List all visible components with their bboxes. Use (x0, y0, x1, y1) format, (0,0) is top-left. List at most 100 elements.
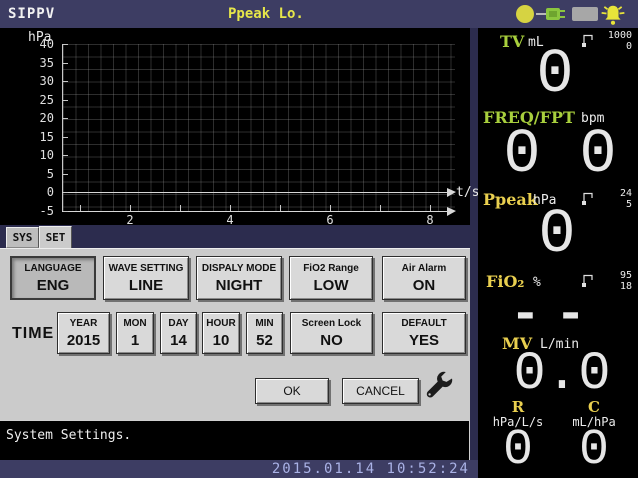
button-label: MON (123, 317, 147, 329)
ppeak-limit-low: 5 (625, 199, 632, 210)
y-tick-label: 20 (39, 111, 54, 126)
y-tick-label: 15 (39, 129, 54, 144)
button-value: NIGHT (215, 276, 263, 294)
y-tick-mark (63, 173, 68, 175)
air-alarm-button[interactable]: Air Alarm ON (382, 256, 466, 300)
hour-button[interactable]: HOUR 10 (202, 312, 240, 354)
fio2-limits: 95 18 (598, 270, 632, 292)
y-tick-mark (63, 136, 68, 138)
x-axis-arrow (447, 207, 456, 216)
y-tick-label: 30 (39, 74, 54, 89)
datetime-display: 2015.01.14 10:52:24 (271, 461, 470, 477)
x-tick-mark (80, 205, 81, 211)
month-button[interactable]: MON 1 (116, 312, 154, 354)
button-value: 52 (256, 331, 273, 349)
ppeak-limit-high: 24 (619, 188, 632, 199)
x-axis-line (62, 211, 448, 212)
button-label: Screen Lock (301, 317, 362, 329)
y-tick-mark (63, 155, 68, 157)
button-value: NO (320, 331, 343, 349)
tv-label: TV (500, 32, 525, 51)
battery-icon (572, 7, 598, 21)
plot-grid (63, 44, 455, 211)
fio2-limit-low: 18 (619, 281, 632, 292)
alarm-message: Ppeak Lo. (228, 6, 304, 22)
cancel-button[interactable]: CANCEL (342, 378, 419, 404)
button-value: ENG (36, 276, 70, 294)
fio2-limit-high: 95 (619, 270, 632, 281)
y-tick-label: 40 (39, 37, 54, 51)
alarm-limit-icon (582, 190, 595, 210)
x-tick-mark (430, 205, 431, 211)
freq-value-2: 0 (579, 119, 617, 190)
freq-value-1: 0 (503, 119, 541, 190)
button-value: ON (412, 276, 436, 294)
tv-limit-low: 0 (625, 41, 632, 52)
tab-set[interactable]: SET (39, 226, 72, 249)
button-label: Air Alarm (401, 262, 447, 274)
top-bar: SIPPV Ppeak Lo. (0, 0, 638, 28)
button-value: 10 (212, 331, 230, 349)
ok-button[interactable]: OK (255, 378, 329, 404)
ac-power-icon (536, 6, 570, 26)
zero-baseline-arrow (447, 188, 456, 197)
status-message: System Settings. (6, 428, 132, 443)
y-tick-mark (63, 99, 68, 101)
button-label: YEAR (69, 317, 98, 329)
day-button[interactable]: DAY 14 (160, 312, 197, 354)
button-label: HOUR (206, 317, 236, 329)
y-tick-mark (63, 192, 68, 194)
ppeak-limits: 24 5 (598, 188, 632, 210)
minute-button[interactable]: MIN 52 (246, 312, 283, 354)
wrench-icon[interactable] (423, 369, 455, 405)
button-value: 2015 (66, 331, 101, 349)
button-label: DAY (168, 317, 189, 329)
button-label: FiO2 Range (303, 262, 359, 274)
language-button[interactable]: LANGUAGE ENG (10, 256, 96, 300)
button-value: 1 (130, 331, 140, 349)
alarm-limit-icon (582, 32, 595, 52)
fio2-range-button[interactable]: FiO2 Range LOW (289, 256, 373, 300)
settings-panel: LANGUAGE ENG WAVE SETTING LINE DISPALY M… (0, 248, 470, 420)
time-section-label: TIME (12, 325, 55, 342)
y-tick-mark (63, 211, 68, 212)
y-axis-line (62, 44, 63, 211)
display-mode-button[interactable]: DISPALY MODE NIGHT (196, 256, 282, 300)
y-tick-label: 35 (39, 55, 54, 70)
r-value: 0 (502, 422, 534, 478)
year-button[interactable]: YEAR 2015 (57, 312, 110, 354)
c-value: 0 (578, 422, 610, 478)
y-tick-mark (63, 44, 68, 45)
button-value: 14 (170, 331, 187, 349)
pressure-waveform-chart: hPa t/s 40 35 30 25 20 15 10 5 0 -5 2 4 6 8 (0, 28, 479, 227)
r-label: R (511, 398, 525, 416)
status-bar: System Settings. (0, 420, 470, 460)
y-tick-label: 25 (39, 92, 54, 107)
default-button[interactable]: DEFAULT YES (382, 312, 466, 354)
y-tick-label: 10 (39, 148, 54, 163)
button-label: LANGUAGE (24, 262, 82, 274)
zero-baseline (62, 192, 448, 193)
x-tick-mark (280, 205, 281, 211)
tab-sys[interactable]: SYS (6, 227, 39, 248)
x-tick-mark (380, 205, 381, 211)
y-tick-label: -5 (39, 204, 54, 218)
button-label: DEFAULT (401, 317, 447, 329)
y-tick-mark (63, 118, 68, 120)
y-tick-label: 5 (46, 166, 54, 181)
button-label: DISPALY MODE (201, 262, 277, 274)
wave-setting-button[interactable]: WAVE SETTING LINE (103, 256, 189, 300)
screen-lock-button[interactable]: Screen Lock NO (290, 312, 373, 354)
status-circle-icon (516, 5, 534, 23)
x-tick-mark (330, 205, 331, 211)
cancel-label: CANCEL (356, 384, 405, 398)
c-label: C (588, 398, 600, 416)
button-label: WAVE SETTING (108, 262, 184, 274)
tab-strip: SYS SET (0, 225, 470, 249)
ventilation-mode-label: SIPPV (8, 6, 56, 22)
button-value: LOW (313, 276, 349, 294)
ppeak-value: 0 (538, 199, 576, 270)
ventilator-screen: SIPPV Ppeak Lo. hPa t/s 40 35 30 25 20 1… (0, 0, 638, 478)
y-tick-mark (63, 81, 68, 83)
x-tick-mark (130, 205, 131, 211)
